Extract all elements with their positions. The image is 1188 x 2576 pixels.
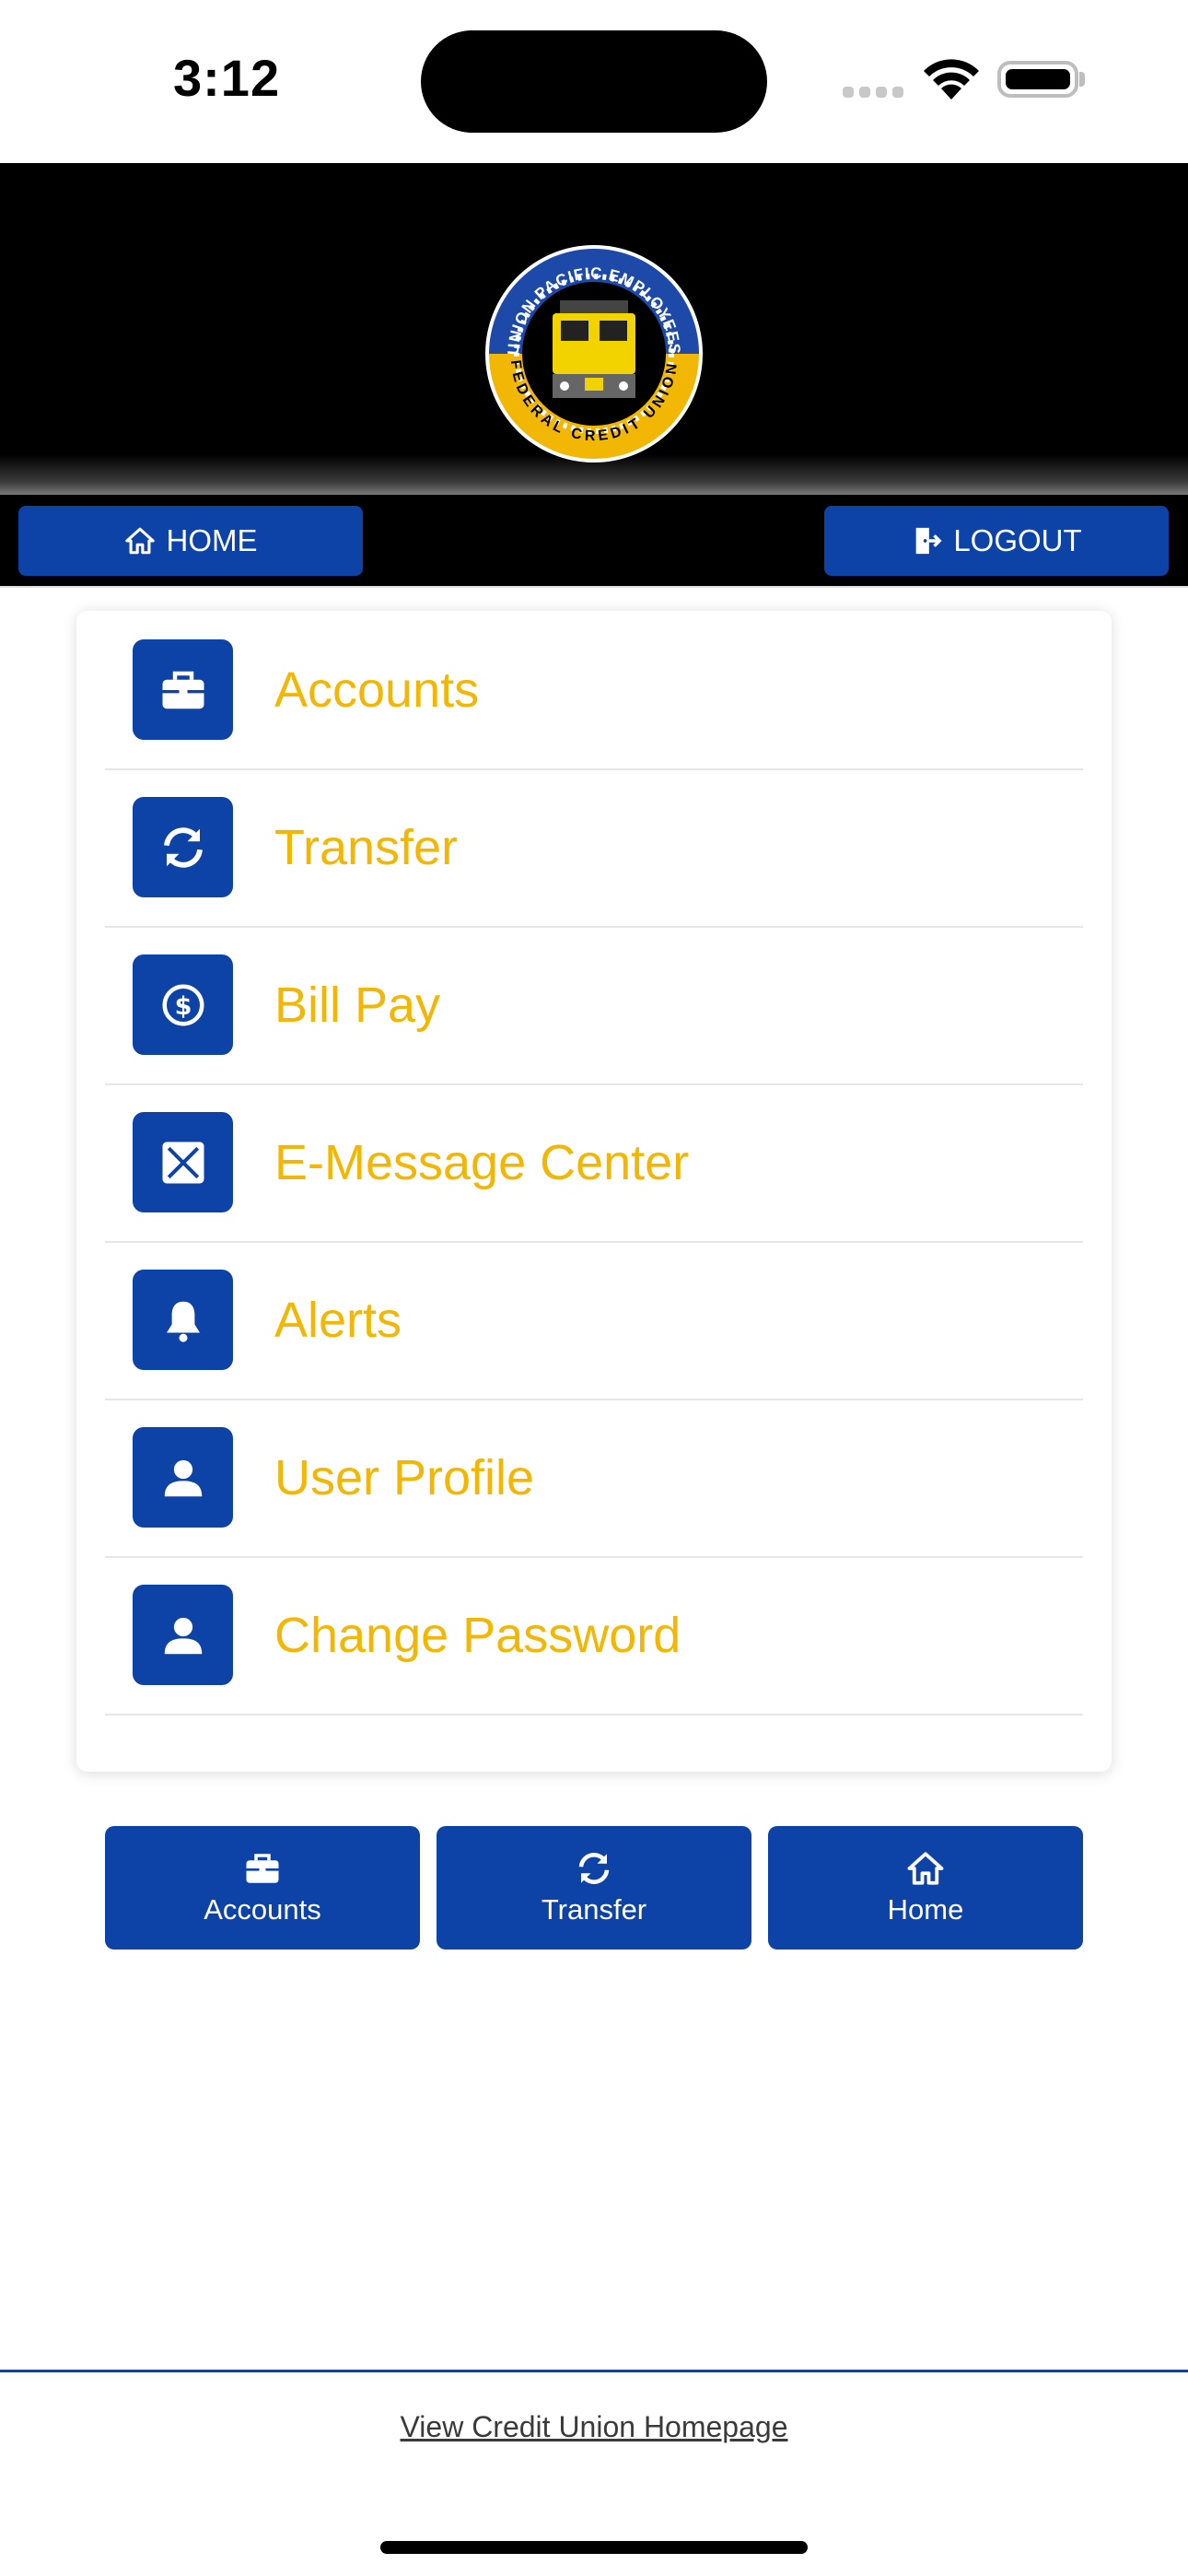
- home-nav-label: HOME: [166, 523, 258, 557]
- top-nav: HOME LOGOUT: [0, 495, 1188, 588]
- menu-label-accounts: Accounts: [274, 662, 480, 718]
- logout-label: LOGOUT: [953, 523, 1082, 557]
- user-icon: [133, 1427, 233, 1528]
- dollar-circle-icon: $: [133, 954, 233, 1055]
- menu-item-change-password[interactable]: Change Password: [105, 1556, 1083, 1715]
- home-indicator: [380, 2541, 808, 2554]
- menu-label-alerts: Alerts: [274, 1293, 402, 1348]
- cellular-signal-icon: [843, 87, 905, 98]
- menu-label-e-message-center: E-Message Center: [274, 1135, 690, 1190]
- menu-item-e-message-center[interactable]: E-Message Center: [105, 1083, 1083, 1243]
- view-homepage-link[interactable]: View Credit Union Homepage: [0, 2410, 1188, 2444]
- bell-icon: [133, 1270, 233, 1370]
- briefcase-icon: [133, 639, 233, 740]
- quick-home-button[interactable]: Home: [768, 1826, 1083, 1950]
- menu-item-user-profile[interactable]: User Profile: [105, 1399, 1083, 1558]
- quick-accounts-button[interactable]: Accounts: [105, 1826, 420, 1950]
- status-bar: 3:12: [0, 0, 1188, 163]
- credit-union-logo: UNION PACIFIC EMPLOYEES FEDERAL CREDIT U…: [485, 245, 703, 463]
- refresh-icon: [578, 1853, 610, 1884]
- status-time: 3:12: [173, 49, 281, 107]
- envelope-icon: [133, 1112, 233, 1212]
- menu-label-user-profile: User Profile: [274, 1450, 535, 1505]
- menu-label-change-password: Change Password: [274, 1608, 681, 1663]
- menu-item-alerts[interactable]: Alerts: [105, 1241, 1083, 1400]
- logout-button[interactable]: LOGOUT: [824, 506, 1169, 576]
- quick-home-label: Home: [887, 1893, 964, 1926]
- menu-label-bill-pay: Bill Pay: [274, 978, 441, 1033]
- briefcase-icon: [246, 1854, 279, 1883]
- main-menu: Accounts Transfer $ Bill Pay E-Message C…: [76, 611, 1112, 1772]
- app-header: UNION PACIFIC EMPLOYEES FEDERAL CREDIT U…: [0, 163, 1188, 495]
- svg-text:$: $: [174, 992, 192, 1021]
- home-icon: [124, 527, 155, 555]
- quick-transfer-label: Transfer: [541, 1893, 647, 1926]
- battery-icon: [997, 61, 1078, 98]
- footer-divider: [0, 2370, 1188, 2372]
- logout-icon: [915, 527, 942, 555]
- quick-transfer-button[interactable]: Transfer: [437, 1826, 751, 1950]
- dynamic-island: [421, 30, 767, 133]
- quick-accounts-label: Accounts: [204, 1893, 321, 1926]
- wifi-icon: [924, 59, 979, 100]
- menu-item-accounts[interactable]: Accounts: [105, 611, 1083, 770]
- refresh-icon: [133, 797, 233, 897]
- home-icon: [907, 1852, 944, 1885]
- menu-item-transfer[interactable]: Transfer: [105, 768, 1083, 928]
- home-nav-button[interactable]: HOME: [18, 506, 363, 576]
- battery-cap: [1079, 72, 1085, 87]
- user-icon: [133, 1585, 233, 1685]
- menu-item-bill-pay[interactable]: $ Bill Pay: [105, 926, 1083, 1085]
- menu-label-transfer: Transfer: [274, 820, 459, 875]
